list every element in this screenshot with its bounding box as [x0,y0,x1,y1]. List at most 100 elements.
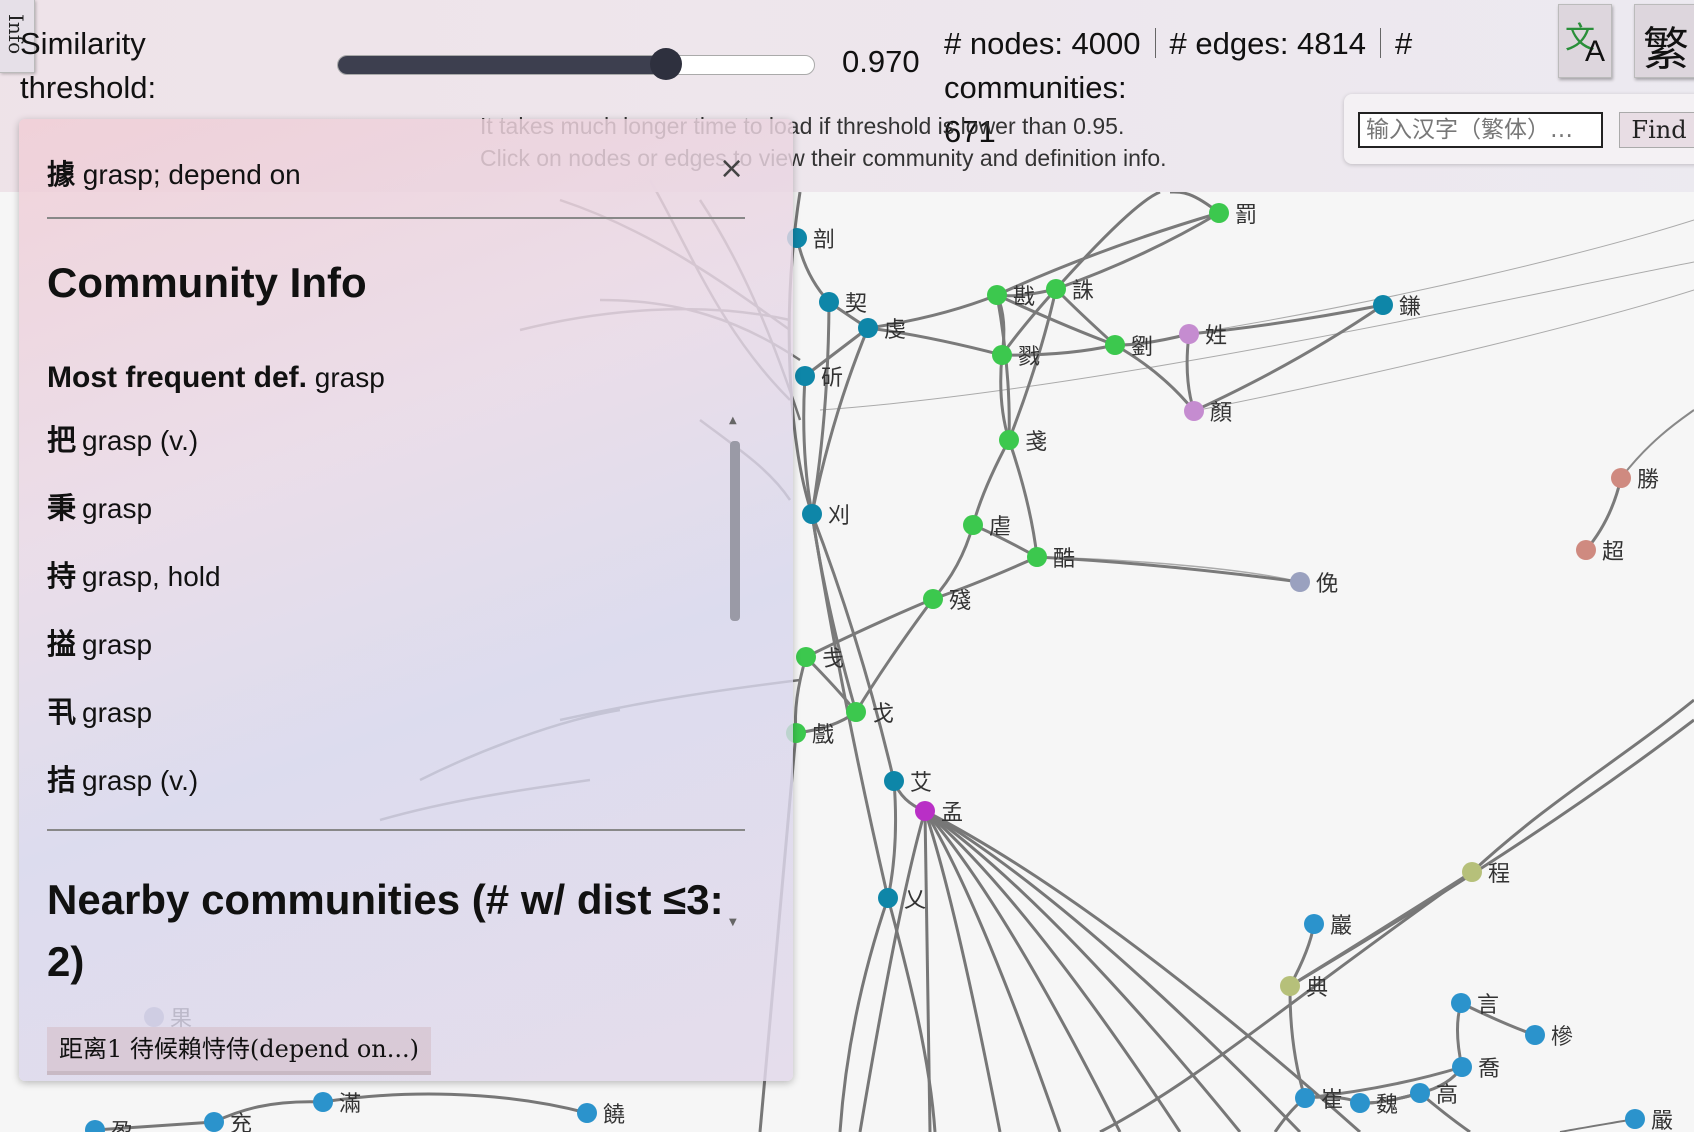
graph-node [1611,468,1631,488]
graph-node-label: 乂 [904,888,926,913]
graph-edge [1036,555,1301,584]
graph-node-label: 喬 [1478,1057,1500,1082]
graph-node [1525,1025,1545,1045]
graph-node-label: 鎌 [1399,295,1421,320]
graph-node [1105,335,1125,355]
search-input[interactable] [1358,112,1603,148]
graph-node [915,801,935,821]
slider-thumb[interactable] [650,48,683,80]
graph-node-label: 罰 [1235,203,1257,228]
graph-node [313,1092,333,1112]
similarity-slider[interactable] [337,48,815,80]
graph-node-label: 勝 [1637,468,1659,493]
graph-node-label: 言 [1477,993,1499,1018]
graph-edge [996,211,1220,297]
nearby-heading: Nearby communities (# w/ dist ≤3: 2) [47,876,724,985]
graph-edge [1114,343,1196,412]
community-heading: Community Info [47,259,367,306]
graph-edge-line [1054,190,1161,291]
graph-node [1451,993,1471,1013]
graph-edge-line [1193,289,1694,412]
graph-node-label: 滿 [339,1092,361,1117]
graph-node [999,430,1019,450]
slider-fill [338,56,667,74]
def-char: 丮 [47,695,77,729]
graph-edge [810,327,870,515]
graph-node [1452,1057,1472,1077]
nearby-community-button[interactable]: 距离1 待候賴恃侍(depend on...) [47,1027,431,1075]
find-button[interactable]: Find [1619,112,1694,148]
def-char: 搤 [47,627,77,661]
close-icon[interactable]: × [719,151,744,186]
graph-edge-line [923,810,1122,1132]
scroll-up-icon[interactable]: ▲ [729,415,737,426]
graph-node-label: 戮 [1018,345,1040,370]
graph-node-label: 誅 [1072,279,1094,304]
graph-node-label: 程 [1488,862,1510,887]
graph-node-label: 契 [845,292,867,317]
def-char: 拮 [47,763,77,797]
language-toggle-button[interactable]: 文 A [1558,4,1612,78]
traditional-label: 繁 [1643,22,1689,76]
graph-edge-line [923,810,1062,1132]
most-frequent-label: Most frequent def. [47,361,307,394]
definition-item: 持 grasp, hold [47,553,707,621]
selected-char: 據 [47,158,76,191]
graph-node-label: 劉 [1131,335,1153,360]
graph-node [1410,1083,1430,1103]
divider [47,217,745,219]
graph-edge [1055,211,1220,291]
graph-node [802,504,822,524]
graph-node-label: 戈 [872,702,894,727]
graph-node-label: 戋 [822,647,844,672]
graph-node [795,366,815,386]
graph-node [1179,324,1199,344]
graph-node [884,771,904,791]
graph-edge-line [924,809,1302,1132]
graph-node-label: 殘 [949,589,971,614]
graph-node [204,1112,224,1132]
definition-list-scrollbar[interactable] [730,441,740,621]
graph-node [1625,1109,1645,1129]
def-text: grasp [82,493,153,524]
graph-node [1046,279,1066,299]
graph-edge [793,656,808,734]
graph-node-label: 斫 [821,366,843,391]
graph-node [992,345,1012,365]
graph-node-label: 艾 [910,771,932,796]
graph-node [1209,203,1229,223]
graph-edge [810,513,858,713]
similarity-value: 0.970 [842,44,920,79]
graph-node [85,1120,105,1132]
graph-node [987,285,1007,305]
graph-node-label: 巖 [1330,914,1352,939]
graph-node-label: 虔 [884,318,906,343]
graph-node-label: 剖 [813,228,835,253]
info-panel: 據 grasp; depend on × Community Info Most… [19,119,793,1081]
graph-node [1462,862,1482,882]
graph-edge-line [322,1092,588,1115]
graph-edge [1007,439,1039,558]
graph-node [796,647,816,667]
graph-node-label: 戔 [1025,430,1047,455]
most-frequent-def: Most frequent def. grasp [47,361,385,395]
graph-edge-line [1470,698,1694,874]
def-text: grasp (v.) [82,765,199,796]
graph-node [963,515,983,535]
graph-node [1350,1093,1370,1113]
graph-node-label: 顏 [1210,401,1232,426]
traditional-toggle-button[interactable]: 繁 [1634,4,1694,78]
graph-node-label: 姓 [1205,324,1227,349]
graph-node-label: 槮 [1551,1025,1573,1050]
graph-node [1290,572,1310,592]
similarity-label: Similarity threshold: [20,26,157,105]
graph-edge-line [819,261,1694,411]
def-char: 秉 [47,491,77,525]
graph-node-label: 孟 [941,801,963,826]
def-text: grasp [82,697,153,728]
graph-node [1280,976,1300,996]
graph-edge [886,780,898,899]
definition-item: 把 grasp (v.) [47,417,707,485]
graph-node-label: 充 [230,1112,252,1132]
graph-node-label: 刈 [828,504,850,529]
